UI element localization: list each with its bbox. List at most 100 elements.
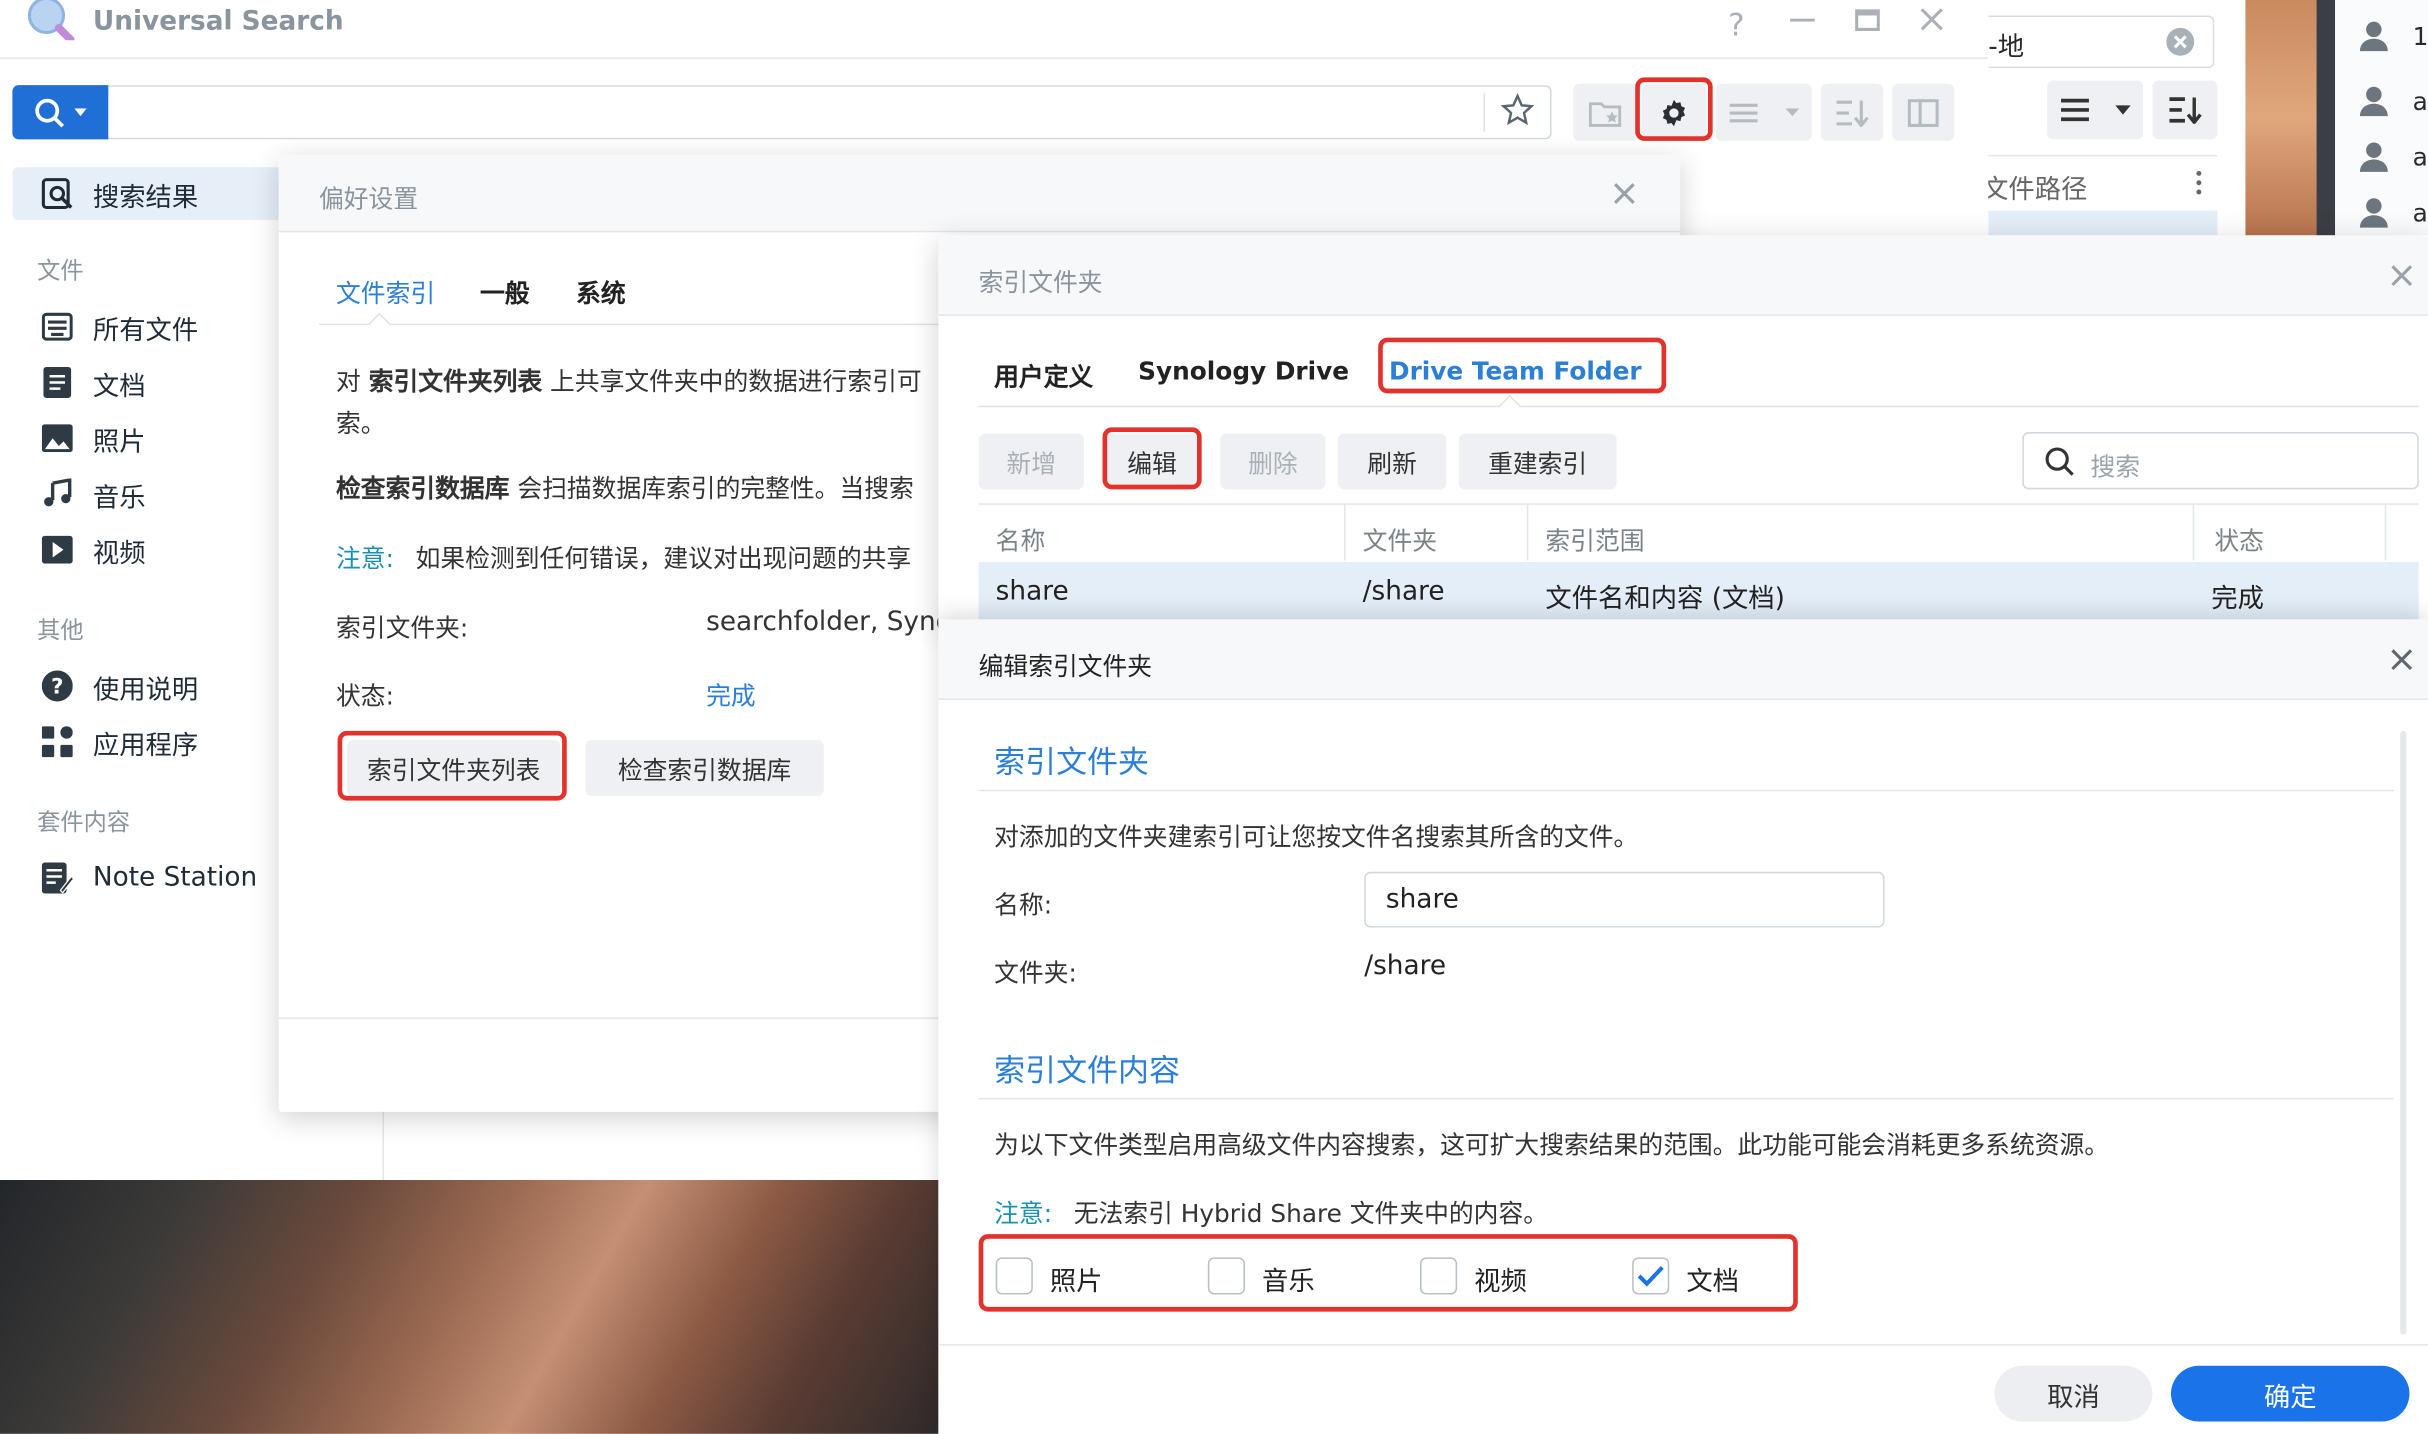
preview-pane-button[interactable] [1892,83,1955,141]
view-button[interactable] [1715,83,1812,141]
note-label: 注意: [336,543,394,573]
prefs-header [278,154,1681,233]
name-input[interactable] [1364,871,1885,928]
folder-star-icon [1588,98,1623,127]
column-header-folder[interactable]: 文件夹 [1363,520,1437,557]
search-icon [34,97,65,128]
add-button[interactable]: 新增 [978,433,1084,490]
question-icon: ? [40,669,74,703]
sort-button[interactable] [1821,83,1883,141]
row-scope: 文件名和内容 (文档) [1545,583,1785,615]
sidebar-item-all-files[interactable]: 所有文件 [40,304,198,350]
sidebar-item-music[interactable]: 音乐 [40,471,146,517]
tab-system[interactable]: 系统 [576,273,626,310]
edit-note: 注意: 无法索引 Hybrid Share 文件夹中的内容。 [994,1192,1548,1229]
caret-down-icon [1785,108,1799,117]
folder-search-field[interactable] [2022,432,2419,490]
sidebar-item-help[interactable]: ? 使用说明 [40,663,198,709]
list-icon [1729,101,1760,123]
edit-index-folder-dialog: 编辑索引文件夹 索引文件夹 对添加的文件夹建索引可让您按文件名搜索其所含的文件。… [938,619,2428,1434]
sidebar-item-note-station[interactable]: Note Station [40,855,257,901]
user-icon [2357,139,2391,173]
desktop-wallpaper-top [2245,0,2317,236]
tab-file-index[interactable]: 文件索引 [336,273,435,310]
folder-search-placeholder: 搜索 [2090,452,2141,482]
text-bold: 检查索引数据库 [336,473,510,504]
close-icon[interactable] [2391,649,2413,671]
nav-label: 使用说明 [92,674,199,706]
row-name: share [995,576,1069,608]
status-value[interactable]: 完成 [706,675,756,712]
highlight-file-types [978,1234,1798,1312]
name-label: 名称: [994,890,1053,920]
nav-label: 文档 [92,370,146,402]
folders-label: 索引文件夹: [336,613,469,643]
list-view-button[interactable] [2047,80,2144,140]
user-item[interactable]: 1 [2357,19,2428,53]
help-icon[interactable]: ? [1728,6,1744,43]
caret-down-icon [2115,105,2131,115]
more-vertical-icon[interactable] [2196,170,2202,195]
sidebar-item-documents[interactable]: 文档 [40,359,146,405]
all-files-icon [40,310,74,344]
highlight-index-folder-list [337,730,567,801]
close-icon[interactable] [1920,8,1943,31]
text: 会扫描数据库索引的完整性。当搜索 [509,473,914,504]
maximize-icon[interactable] [1855,9,1880,31]
sidebar-header-files: 文件 [37,257,84,285]
rebuild-index-button[interactable]: 重建索引 [1458,433,1617,490]
sidebar-item-search-results-label: 搜索结果 [40,170,198,216]
svg-text:?: ? [51,675,64,700]
delete-button[interactable]: 删除 [1220,433,1326,490]
note-icon [40,861,74,895]
sidebar-item-applications[interactable]: 应用程序 [40,719,198,765]
scrollbar[interactable] [2400,730,2407,1335]
text: 索。 [336,408,386,439]
location-text: -地 [1988,32,2025,64]
sidebar-item-photos[interactable]: 照片 [40,415,146,461]
close-icon[interactable] [2391,265,2413,287]
check-index-database-button[interactable]: 检查索引数据库 [585,740,824,796]
star-icon[interactable] [1500,92,1535,127]
section-title-index-folder: 索引文件夹 [994,743,1149,781]
window-title: Universal Search [92,6,344,38]
refresh-button[interactable]: 刷新 [1337,433,1447,490]
user-item[interactable]: a [2357,84,2428,118]
clear-icon[interactable] [2165,26,2196,57]
edit-header [938,619,2428,700]
minimize-icon[interactable] [1790,18,1815,22]
prefs-title: 偏好设置 [318,184,419,214]
nav-label: 搜索结果 [92,181,199,213]
tab-general[interactable]: 一般 [480,273,530,310]
user-icon [2357,84,2391,118]
list-icon [2060,98,2091,123]
column-header-status[interactable]: 状态 [2214,520,2264,557]
column-header-scope[interactable]: 索引范围 [1545,520,1644,557]
prefs-note: 注意: 如果检测到任何错误，建议对出现问题的共享 [336,537,911,574]
cancel-button[interactable]: 取消 [1994,1365,2153,1422]
user-item[interactable]: a [2357,139,2428,173]
user-item[interactable]: a [2357,195,2428,229]
sort-button[interactable] [2152,80,2218,140]
video-icon [40,533,74,567]
prefs-paragraph-2: 检查索引数据库 会扫描数据库索引的完整性。当搜索 [336,468,914,505]
search-mode-button[interactable] [12,85,109,140]
column-header-path[interactable]: 文件路径 [1982,167,2087,206]
sidebar-header-suite: 套件内容 [37,808,131,837]
tab-user-defined[interactable]: 用户定义 [994,356,1093,393]
sidebar-item-videos[interactable]: 视频 [40,526,146,572]
ok-button[interactable]: 确定 [2170,1365,2410,1422]
saved-folder-button[interactable] [1573,83,1639,141]
close-icon[interactable] [1613,183,1636,205]
nav-label: 视频 [92,538,146,570]
section-title-index-content: 索引文件内容 [994,1051,1180,1089]
nav-label: 照片 [92,426,146,458]
highlight-settings [1635,77,1713,141]
caret-down-icon [74,108,87,117]
user-name: a [2412,197,2428,227]
tab-synology-drive[interactable]: Synology Drive [1138,356,1349,385]
column-header-name[interactable]: 名称 [996,520,1046,557]
desktop-strip [2316,0,2336,236]
search-input[interactable] [108,85,1552,140]
selected-row-stub [1988,210,2218,236]
